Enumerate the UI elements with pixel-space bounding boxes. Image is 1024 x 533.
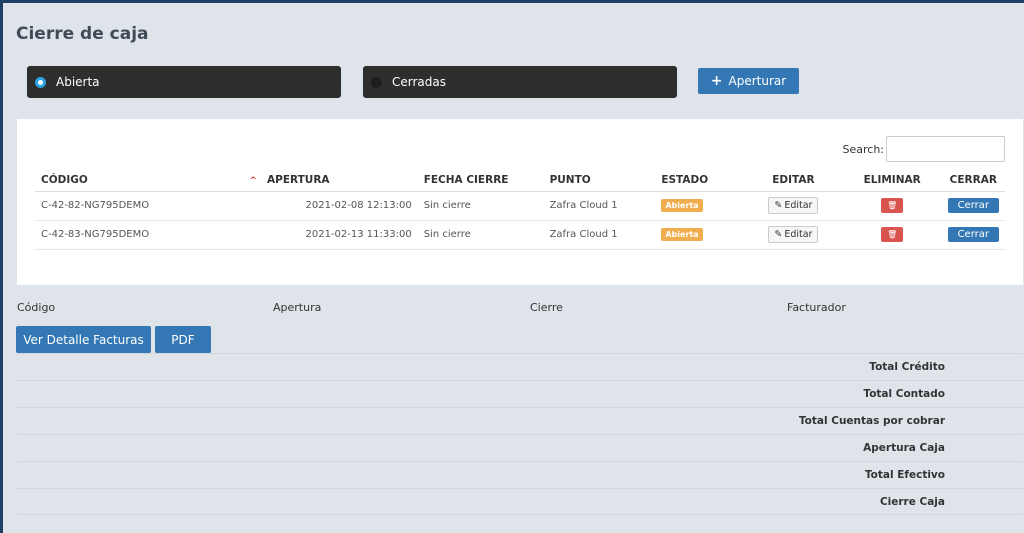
cell-point: Zafra Cloud 1 — [543, 191, 656, 221]
open-register-button[interactable]: + Aperturar — [698, 68, 799, 94]
registers-table: CÓDIGO ^ APERTURA FECHA CIERRE PUNTO ESTA… — [35, 169, 1005, 250]
total-row: Total Contado — [17, 380, 1023, 407]
plus-icon: + — [710, 73, 723, 89]
cell-opening: 2021-02-08 12:13:00 — [193, 191, 418, 221]
cell-point: Zafra Cloud 1 — [543, 220, 656, 250]
table-row: C-42-82-NG795DEMO 2021-02-08 12:13:00 Si… — [35, 191, 1005, 221]
filter-open-toggle[interactable]: Abierta — [27, 66, 341, 98]
cell-close: Cerrar — [941, 191, 1005, 221]
radio-unselected-icon — [371, 76, 382, 88]
summary-opening-label: Apertura — [273, 301, 322, 314]
col-close[interactable]: CERRAR — [941, 169, 1005, 192]
search-label: Search: — [842, 142, 885, 156]
filter-closed-label: Cerradas — [392, 75, 446, 89]
radio-selected-icon — [35, 76, 46, 88]
col-close-date[interactable]: FECHA CIERRE — [417, 169, 544, 192]
cell-delete: 🗑 — [842, 191, 942, 221]
total-row: Cierre Caja — [17, 488, 1023, 515]
edit-label: Editar — [784, 229, 813, 240]
delete-button[interactable]: 🗑 — [881, 198, 904, 213]
totals-list: Total Crédito Total Contado Total Cuenta… — [17, 353, 1023, 515]
cell-code: C-42-82-NG795DEMO — [35, 191, 194, 221]
cell-status: Abierta — [655, 191, 745, 221]
filter-closed-toggle[interactable]: Cerradas — [363, 66, 677, 98]
status-badge: Abierta — [661, 228, 703, 241]
edit-button[interactable]: ✎ Editar — [768, 197, 819, 214]
cell-edit: ✎ Editar — [744, 191, 843, 221]
cell-close-date: Sin cierre — [417, 220, 544, 250]
col-code[interactable]: CÓDIGO — [35, 169, 194, 192]
total-row: Apertura Caja — [17, 434, 1023, 461]
table-header-row: CÓDIGO ^ APERTURA FECHA CIERRE PUNTO ESTA… — [35, 169, 1005, 192]
pencil-icon: ✎ — [774, 200, 783, 211]
open-register-label: Aperturar — [728, 74, 787, 88]
cell-opening: 2021-02-13 11:33:00 — [193, 220, 418, 250]
sort-asc-icon: ^ — [249, 175, 258, 186]
summary-code-label: Código — [17, 301, 56, 314]
summary-biller-label: Facturador — [787, 301, 846, 314]
total-row: Total Efectivo — [17, 461, 1023, 488]
col-opening[interactable]: ^ APERTURA — [193, 169, 418, 192]
cell-close-date: Sin cierre — [417, 191, 544, 221]
trash-icon: 🗑 — [887, 230, 898, 239]
summary-close-label: Cierre — [530, 301, 563, 314]
cell-code: C-42-83-NG795DEMO — [35, 220, 194, 250]
search-input[interactable] — [886, 136, 1005, 162]
col-point[interactable]: PUNTO — [543, 169, 656, 192]
cell-delete: 🗑 — [842, 220, 942, 250]
total-row: Total Crédito — [17, 353, 1023, 380]
table-row: C-42-83-NG795DEMO 2021-02-13 11:33:00 Si… — [35, 220, 1005, 250]
col-status[interactable]: ESTADO — [655, 169, 745, 192]
total-row: Total Cuentas por cobrar — [17, 407, 1023, 434]
page-title: Cierre de caja — [16, 24, 149, 44]
col-opening-label: APERTURA — [267, 173, 330, 186]
search-box: Search: — [842, 136, 1005, 162]
trash-icon: 🗑 — [887, 201, 898, 210]
delete-button[interactable]: 🗑 — [881, 227, 904, 242]
col-edit[interactable]: EDITAR — [744, 169, 843, 192]
close-register-button[interactable]: Cerrar — [947, 198, 999, 213]
cell-close: Cerrar — [941, 220, 1005, 250]
col-delete[interactable]: ELIMINAR — [842, 169, 942, 192]
status-badge: Abierta — [661, 199, 703, 212]
filter-open-label: Abierta — [56, 75, 100, 89]
pencil-icon: ✎ — [774, 229, 783, 240]
cell-status: Abierta — [655, 220, 745, 250]
edit-button[interactable]: ✎ Editar — [768, 226, 819, 243]
close-register-button[interactable]: Cerrar — [947, 227, 999, 242]
registers-panel: Search: CÓDIGO ^ APERTURA FECHA CIERRE PU… — [17, 119, 1023, 285]
pdf-button[interactable]: PDF — [155, 326, 211, 353]
cell-edit: ✎ Editar — [744, 220, 843, 250]
edit-label: Editar — [784, 200, 813, 211]
view-invoices-button[interactable]: Ver Detalle Facturas — [16, 326, 151, 353]
